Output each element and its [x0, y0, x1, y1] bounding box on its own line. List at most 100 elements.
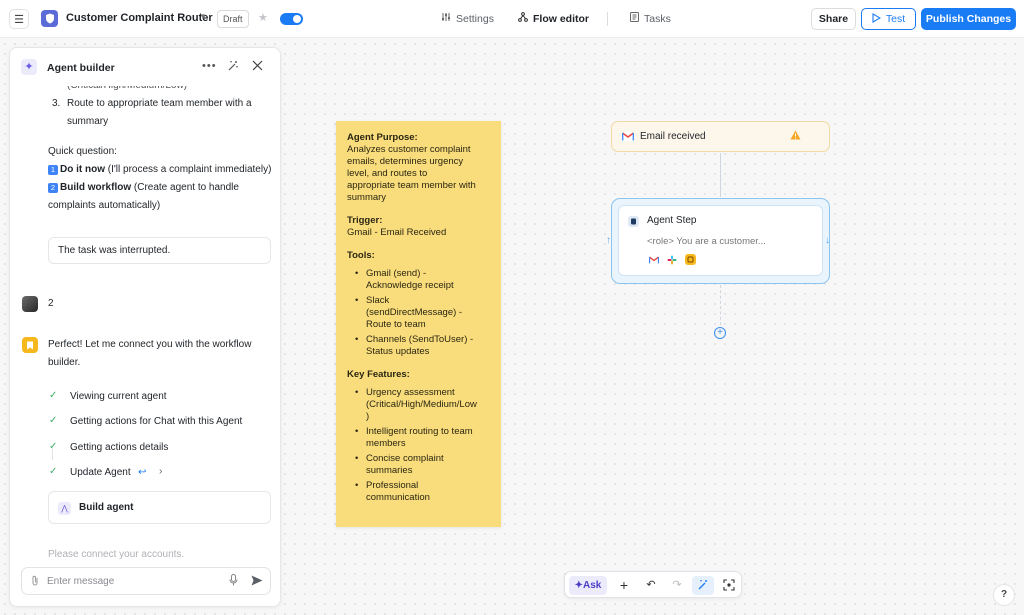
active-toggle[interactable]	[280, 13, 303, 25]
magic-wand-icon[interactable]	[227, 60, 239, 75]
gmail-icon	[622, 132, 634, 144]
close-icon[interactable]	[252, 60, 263, 74]
feature-item: Concise complaintsummaries	[355, 453, 490, 477]
chat-history[interactable]: (Critical/High/Medium/Low) 3. Route to a…	[10, 86, 280, 566]
faded-message: Please connect your accounts.	[48, 549, 185, 560]
connector-line-dashed	[720, 285, 721, 325]
feature-item: Professionalcommunication	[355, 480, 490, 504]
attachment-icon[interactable]	[31, 575, 39, 589]
tool-item: Gmail (send) -Acknowledge receipt	[355, 268, 490, 292]
app-shield-icon	[41, 10, 58, 27]
help-button[interactable]: ?	[993, 584, 1015, 606]
sticky-note[interactable]: Agent Purpose: Analyzes customer complai…	[336, 121, 501, 527]
sparkle-icon: ✦	[574, 580, 584, 591]
option-bold: Do it now	[60, 164, 105, 175]
message-input-box[interactable]: Enter message	[21, 567, 271, 595]
star-icon[interactable]: ★	[258, 11, 268, 24]
agent-step-card: Agent Step <role> You are a customer...	[618, 205, 823, 276]
check-icon: ✓	[49, 390, 58, 401]
option-build-workflow: 2 Build workflow (Create agent to handle	[48, 179, 239, 197]
purpose-line: level, and routes to	[347, 168, 428, 179]
features-heading: Key Features:	[347, 369, 410, 380]
trigger-node-email-received[interactable]: Email received	[611, 121, 830, 152]
focus-icon[interactable]	[718, 576, 740, 595]
magic-wand-icon[interactable]	[692, 576, 714, 595]
purpose-line: appropriate team member with	[347, 180, 476, 191]
warning-icon[interactable]	[790, 130, 801, 143]
panel-title: Agent builder	[47, 62, 115, 74]
microphone-icon[interactable]	[229, 574, 238, 589]
tab-flow-editor-label: Flow editor	[533, 12, 589, 25]
more-options-icon[interactable]: •••	[202, 60, 217, 72]
agent-builder-panel: ✦ Agent builder ••• (Critical/High/Mediu…	[9, 47, 281, 607]
publish-changes-button[interactable]: Publish Changes	[921, 8, 1016, 30]
step-label: Update Agent	[70, 467, 131, 478]
test-button[interactable]: Test	[861, 8, 916, 30]
tab-tasks-label: Tasks	[644, 12, 671, 25]
ask-button[interactable]: ✦Ask	[569, 576, 607, 595]
tab-tasks[interactable]: Tasks	[630, 12, 671, 25]
agent-icon: ⋀	[58, 502, 71, 515]
draft-badge: Draft	[217, 10, 249, 28]
message-input[interactable]: Enter message	[47, 576, 114, 587]
connector-line	[720, 153, 721, 197]
gmail-icon	[649, 256, 659, 267]
undo-icon[interactable]: ↩	[138, 467, 146, 478]
tool-item: Channels (SendToUser) -Status updates	[355, 334, 490, 358]
flow-icon	[518, 12, 528, 25]
tools-heading: Tools:	[347, 250, 375, 261]
number-badge: 1	[48, 165, 58, 175]
sparkle-icon: ✦	[21, 59, 37, 75]
top-bar: ☰ Customer Complaint Router ▼ Draft ★ Se…	[0, 0, 1024, 38]
interrupted-card: The task was interrupted.	[48, 237, 271, 264]
nav-divider	[607, 12, 608, 26]
list-item-text: Route to appropriate team member with a	[67, 98, 252, 109]
purpose-line: emails, determines urgency	[347, 156, 464, 167]
agent-step-node[interactable]: ↑ ↓ Agent Step <role> You are a customer…	[606, 198, 830, 284]
chevron-down-icon[interactable]: ▼	[199, 12, 207, 21]
arrow-down-icon: ↓	[825, 235, 830, 246]
tab-flow-editor[interactable]: Flow editor	[518, 12, 589, 25]
document-icon	[630, 12, 639, 25]
step-label: Getting actions details	[70, 442, 169, 453]
add-icon[interactable]: +	[613, 576, 635, 595]
menu-icon[interactable]: ☰	[9, 9, 29, 29]
user-message: 2	[48, 298, 54, 309]
chevron-right-icon[interactable]: ›	[159, 466, 162, 477]
number-badge: 2	[48, 183, 58, 193]
quick-question: Quick question:	[48, 146, 117, 157]
channels-icon	[685, 254, 696, 265]
build-agent-card[interactable]: ⋀ Build agent	[48, 491, 271, 524]
tool-item: Slack(sendDirectMessage) -Route to team	[355, 295, 490, 331]
test-button-label: Test	[885, 13, 906, 25]
option-rest: (Create agent to handle	[131, 182, 239, 193]
step-label: Viewing current agent	[70, 391, 167, 402]
trigger-node-label: Email received	[640, 131, 706, 142]
features-list: Urgency assessment(Critical/High/Medium/…	[355, 387, 490, 504]
share-button[interactable]: Share	[811, 8, 856, 30]
cut-off-text: (Critical/High/Medium/Low)	[67, 86, 187, 95]
option-bold: Build workflow	[60, 182, 132, 193]
agent-step-icon	[628, 216, 639, 227]
sliders-icon	[441, 12, 451, 25]
purpose-line: summary	[347, 192, 387, 203]
purpose-line: Analyzes customer complaint	[347, 144, 471, 155]
feature-item: Intelligent routing to teammembers	[355, 426, 490, 450]
build-agent-label: Build agent	[79, 502, 134, 513]
send-icon[interactable]	[251, 575, 263, 589]
agent-avatar	[22, 337, 38, 353]
undo-icon[interactable]: ↶	[640, 576, 662, 595]
add-step-button[interactable]: +	[714, 327, 726, 339]
agent-message-cont: builder.	[48, 357, 81, 368]
step-label: Getting actions for Chat with this Agent	[70, 416, 243, 427]
tab-settings-label: Settings	[456, 12, 494, 25]
agent-step-title: Agent Step	[647, 215, 697, 226]
redo-icon[interactable]: ↷	[666, 576, 688, 595]
agent-message: Perfect! Let me connect you with the wor…	[48, 339, 252, 350]
play-icon	[872, 12, 881, 26]
option-build-workflow-cont: complaints automatically)	[48, 200, 161, 211]
app-title[interactable]: Customer Complaint Router	[66, 12, 213, 24]
arrow-up-icon: ↑	[606, 235, 611, 246]
tools-list: Gmail (send) -Acknowledge receipt Slack(…	[355, 268, 490, 358]
tab-settings[interactable]: Settings	[441, 12, 494, 25]
